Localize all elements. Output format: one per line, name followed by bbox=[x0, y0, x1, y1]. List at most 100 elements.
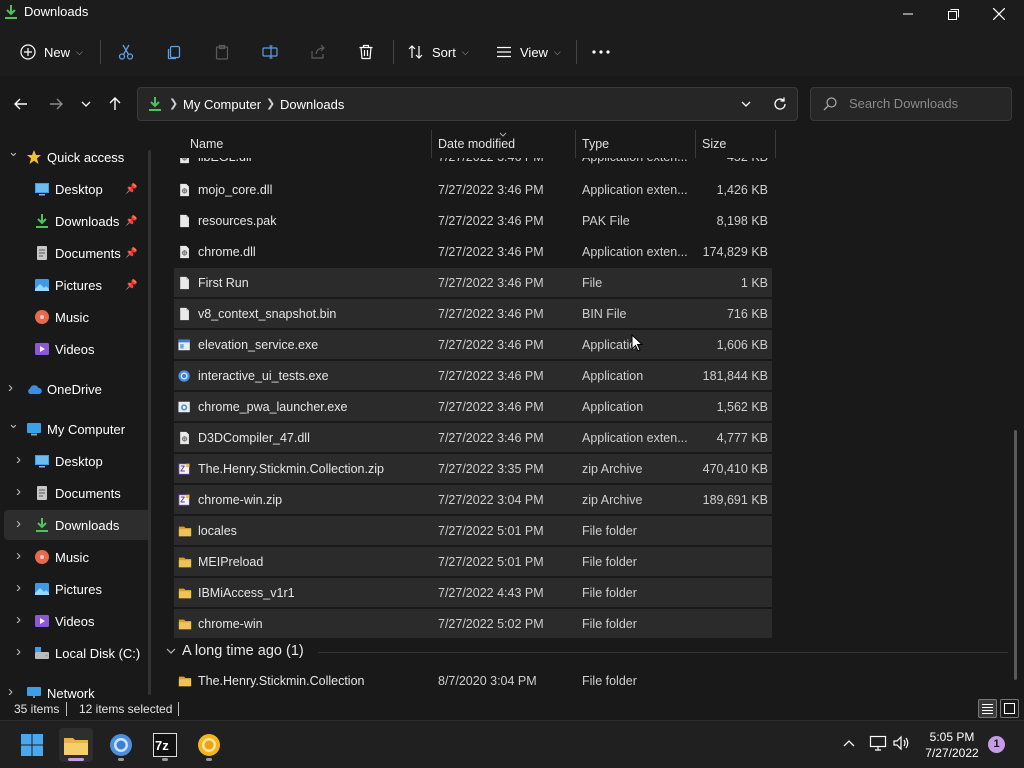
file-row[interactable]: MEIPreload 7/27/2022 5:01 PM File folder bbox=[174, 547, 772, 576]
search-box[interactable] bbox=[810, 87, 1012, 121]
sidebar-item-videos[interactable]: › Videos bbox=[4, 606, 150, 636]
sidebar-item-documents[interactable]: › Documents bbox=[4, 478, 150, 508]
file-row[interactable]: Zchrome-win.zip 7/27/2022 3:04 PM zip Arch… bbox=[174, 485, 772, 514]
file-row[interactable]: Z The.Henry.Stickmin.Collection.zip 7/27/2… bbox=[174, 454, 772, 483]
column-divider[interactable] bbox=[775, 130, 776, 158]
chevron-down-icon bbox=[81, 101, 91, 107]
file-row[interactable]: chrome-win 7/27/2022 5:02 PM File folder bbox=[174, 609, 772, 638]
file-row[interactable]: The.Henry.Stickmin.Collection 8/7/2020 3:… bbox=[174, 666, 772, 695]
volume-icon[interactable] bbox=[893, 735, 911, 751]
column-divider[interactable] bbox=[575, 130, 576, 158]
rename-button[interactable] bbox=[262, 38, 278, 66]
view-button[interactable]: View ⌵ bbox=[496, 38, 561, 66]
sidebar-item-network[interactable]: › Network bbox=[4, 678, 150, 698]
sidebar-item-quick-access[interactable]: ⌄ Quick access bbox=[4, 142, 150, 172]
chevron-right-icon[interactable]: › bbox=[8, 379, 13, 396]
chevron-up-icon[interactable] bbox=[843, 739, 855, 747]
sidebar-item-downloads[interactable]: Downloads 📌 bbox=[4, 206, 150, 236]
back-button[interactable] bbox=[10, 93, 32, 115]
file-row[interactable]: D3DCompiler_47.dll 7/27/2022 3:46 PM Appli… bbox=[174, 423, 772, 452]
file-row[interactable]: v8_context_snapshot.bin 7/27/2022 3:46 PM… bbox=[174, 299, 772, 328]
file-row[interactable]: elevation_service.exe 7/27/2022 3:46 PM Ap… bbox=[174, 330, 772, 359]
file-row[interactable]: interactive_ui_tests.exe 7/27/2022 3:46 P… bbox=[174, 361, 772, 390]
column-divider[interactable] bbox=[695, 130, 696, 158]
column-header-name[interactable]: Name bbox=[190, 137, 223, 151]
file-row[interactable]: chrome_pwa_launcher.exe 7/27/2022 3:46 PM… bbox=[174, 392, 772, 421]
chevron-right-icon[interactable]: › bbox=[16, 547, 21, 564]
refresh-icon[interactable] bbox=[773, 97, 787, 111]
file-row[interactable]: IBMiAccess_v1r1 7/27/2022 4:43 PM File fol… bbox=[174, 578, 772, 607]
delete-button[interactable] bbox=[358, 38, 374, 66]
more-options-button[interactable] bbox=[592, 38, 610, 66]
address-bar[interactable]: ❯ My Computer ❯ Downloads bbox=[137, 87, 798, 121]
sidebar-item-pictures[interactable]: Pictures 📌 bbox=[4, 270, 150, 300]
search-input[interactable] bbox=[849, 96, 1004, 111]
close-button[interactable] bbox=[976, 0, 1022, 28]
chevron-down-icon[interactable]: ⌄ bbox=[8, 144, 19, 160]
file-row[interactable]: First Run 7/27/2022 3:46 PM File 1 KB bbox=[174, 268, 772, 297]
tiles-view-icon bbox=[1004, 703, 1015, 714]
pin-icon[interactable]: 📌 bbox=[125, 184, 137, 195]
paste-button[interactable] bbox=[214, 38, 230, 66]
taskbar-7zip[interactable]: 7z bbox=[148, 728, 182, 762]
column-header-type[interactable]: Type bbox=[582, 137, 609, 151]
breadcrumb-my-computer[interactable]: My Computer bbox=[183, 97, 261, 112]
details-view-toggle[interactable] bbox=[978, 699, 997, 718]
vertical-scrollbar[interactable] bbox=[1014, 430, 1017, 680]
chevron-right-icon[interactable]: › bbox=[16, 483, 21, 500]
running-indicator bbox=[162, 758, 168, 761]
sidebar-item-pictures[interactable]: › Pictures bbox=[4, 574, 150, 604]
taskbar-chrome[interactable] bbox=[104, 728, 138, 762]
sidebar-item-music[interactable]: › Music bbox=[4, 542, 150, 572]
file-row[interactable]: locales 7/27/2022 5:01 PM File folder bbox=[174, 516, 772, 545]
minimize-button[interactable] bbox=[885, 0, 931, 28]
taskbar-clock[interactable]: 5:05 PM 7/27/2022 bbox=[916, 729, 988, 761]
sidebar-item-desktop[interactable]: Desktop 📌 bbox=[4, 174, 150, 204]
taskbar-file-explorer[interactable] bbox=[59, 728, 93, 762]
chevron-down-icon[interactable] bbox=[741, 101, 751, 107]
pin-icon[interactable]: 📌 bbox=[125, 280, 137, 291]
share-button[interactable] bbox=[310, 38, 326, 66]
chevron-right-icon[interactable]: › bbox=[16, 643, 21, 660]
chevron-down-icon[interactable]: ⌄ bbox=[8, 416, 19, 432]
tiles-view-toggle[interactable] bbox=[1000, 699, 1019, 718]
start-button[interactable] bbox=[15, 728, 49, 762]
sidebar-item-music[interactable]: Music bbox=[4, 302, 150, 332]
chevron-right-icon[interactable]: › bbox=[16, 515, 21, 532]
file-icon bbox=[180, 307, 189, 321]
column-header-date[interactable]: Date modified bbox=[438, 137, 515, 151]
group-header[interactable]: A long time ago (1) bbox=[166, 643, 304, 659]
chevron-right-icon[interactable]: › bbox=[8, 683, 13, 698]
file-row[interactable]: mojo_core.dll 7/27/2022 3:46 PM Applicatio… bbox=[174, 175, 772, 204]
pin-icon[interactable]: 📌 bbox=[125, 248, 137, 259]
sidebar-item-local-disk-c[interactable]: › Local Disk (C:) bbox=[4, 638, 150, 668]
up-button[interactable] bbox=[104, 93, 126, 115]
sort-button[interactable]: Sort ⌵ bbox=[408, 38, 469, 66]
chevron-right-icon[interactable]: › bbox=[16, 451, 21, 468]
chevron-right-icon[interactable]: › bbox=[16, 579, 21, 596]
chevron-right-icon[interactable]: › bbox=[16, 611, 21, 628]
running-indicator bbox=[118, 758, 124, 761]
sidebar-scrollbar[interactable] bbox=[148, 150, 151, 695]
sidebar-item-my-computer[interactable]: ⌄ My Computer bbox=[4, 414, 150, 444]
pin-icon[interactable]: 📌 bbox=[125, 216, 137, 227]
file-row[interactable]: resources.pak 7/27/2022 3:46 PM PAK File 8,… bbox=[174, 206, 772, 235]
network-icon[interactable] bbox=[869, 735, 887, 751]
notification-badge[interactable]: 1 bbox=[988, 736, 1005, 753]
sidebar-item-documents[interactable]: Documents 📌 bbox=[4, 238, 150, 268]
new-button[interactable]: New ⌵ bbox=[20, 38, 83, 66]
sidebar-item-desktop[interactable]: › Desktop bbox=[4, 446, 150, 476]
sidebar-item-videos[interactable]: Videos bbox=[4, 334, 150, 364]
column-header-size[interactable]: Size bbox=[702, 137, 726, 151]
breadcrumb-downloads[interactable]: Downloads bbox=[280, 97, 344, 112]
restore-button[interactable] bbox=[930, 0, 976, 28]
recent-locations-button[interactable] bbox=[75, 93, 97, 115]
file-row[interactable]: chrome.dll 7/27/2022 3:46 PM Application e… bbox=[174, 237, 772, 266]
taskbar-chrome-canary[interactable] bbox=[192, 728, 226, 762]
column-divider[interactable] bbox=[431, 130, 432, 158]
sidebar-item-downloads[interactable]: › Downloads bbox=[4, 510, 150, 540]
forward-button[interactable] bbox=[45, 93, 67, 115]
cut-button[interactable] bbox=[118, 38, 134, 66]
sidebar-item-onedrive[interactable]: › OneDrive bbox=[4, 374, 150, 404]
copy-button[interactable] bbox=[166, 38, 182, 66]
